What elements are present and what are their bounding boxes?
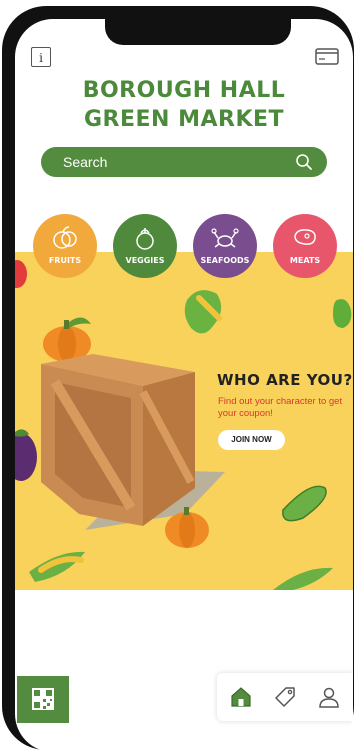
promo-heading: WHO ARE YOU? (217, 371, 353, 389)
category-label: SEAFOODS (200, 256, 250, 265)
category-meats[interactable]: MEATS (273, 214, 337, 278)
steak-icon (294, 229, 316, 245)
app-screen: i BOROUGH HALL GREEN MARKET Search FRUIT… (15, 19, 353, 752)
fruit-icon (53, 226, 77, 249)
crab-icon (211, 228, 239, 248)
promo-subtitle: Find out your character to get your coup… (218, 396, 343, 419)
vegetable-icon (136, 228, 154, 250)
title-line-2: GREEN MARKET (83, 107, 285, 132)
pumpkin-icon (43, 317, 91, 362)
join-now-button[interactable]: JOIN NOW (218, 430, 285, 450)
promo-banner[interactable] (15, 252, 353, 590)
search-icon[interactable] (295, 153, 313, 171)
qr-code-icon (32, 688, 54, 710)
credit-card-icon[interactable] (315, 48, 339, 65)
user-icon[interactable] (317, 685, 341, 709)
title-line-1: BOROUGH HALL (82, 78, 286, 103)
category-veggies[interactable]: VEGGIES (113, 214, 177, 278)
tag-icon[interactable] (273, 685, 297, 709)
banner-illustration (15, 260, 352, 590)
corn-icon (29, 551, 85, 582)
wooden-crate-icon (41, 354, 195, 526)
search-bar[interactable]: Search (41, 147, 327, 177)
category-label: MEATS (289, 256, 321, 265)
category-label: VEGGIES (125, 256, 165, 265)
home-icon[interactable] (229, 685, 253, 709)
pepper-icon (184, 290, 352, 334)
category-seafoods[interactable]: SEAFOODS (193, 214, 257, 278)
market-title: BOROUGH HALL GREEN MARKET (15, 76, 353, 134)
category-label: FRUITS (48, 256, 82, 265)
info-button[interactable]: i (31, 47, 51, 67)
zucchini-icon (282, 485, 327, 522)
bottom-nav (217, 673, 353, 721)
phone-notch (105, 19, 291, 45)
category-fruits[interactable]: FRUITS (33, 214, 97, 278)
phone-frame: i BOROUGH HALL GREEN MARKET Search FRUIT… (2, 6, 354, 752)
search-placeholder: Search (63, 154, 108, 170)
eggplant-icon (15, 429, 37, 481)
qr-code-button[interactable] (17, 676, 69, 723)
